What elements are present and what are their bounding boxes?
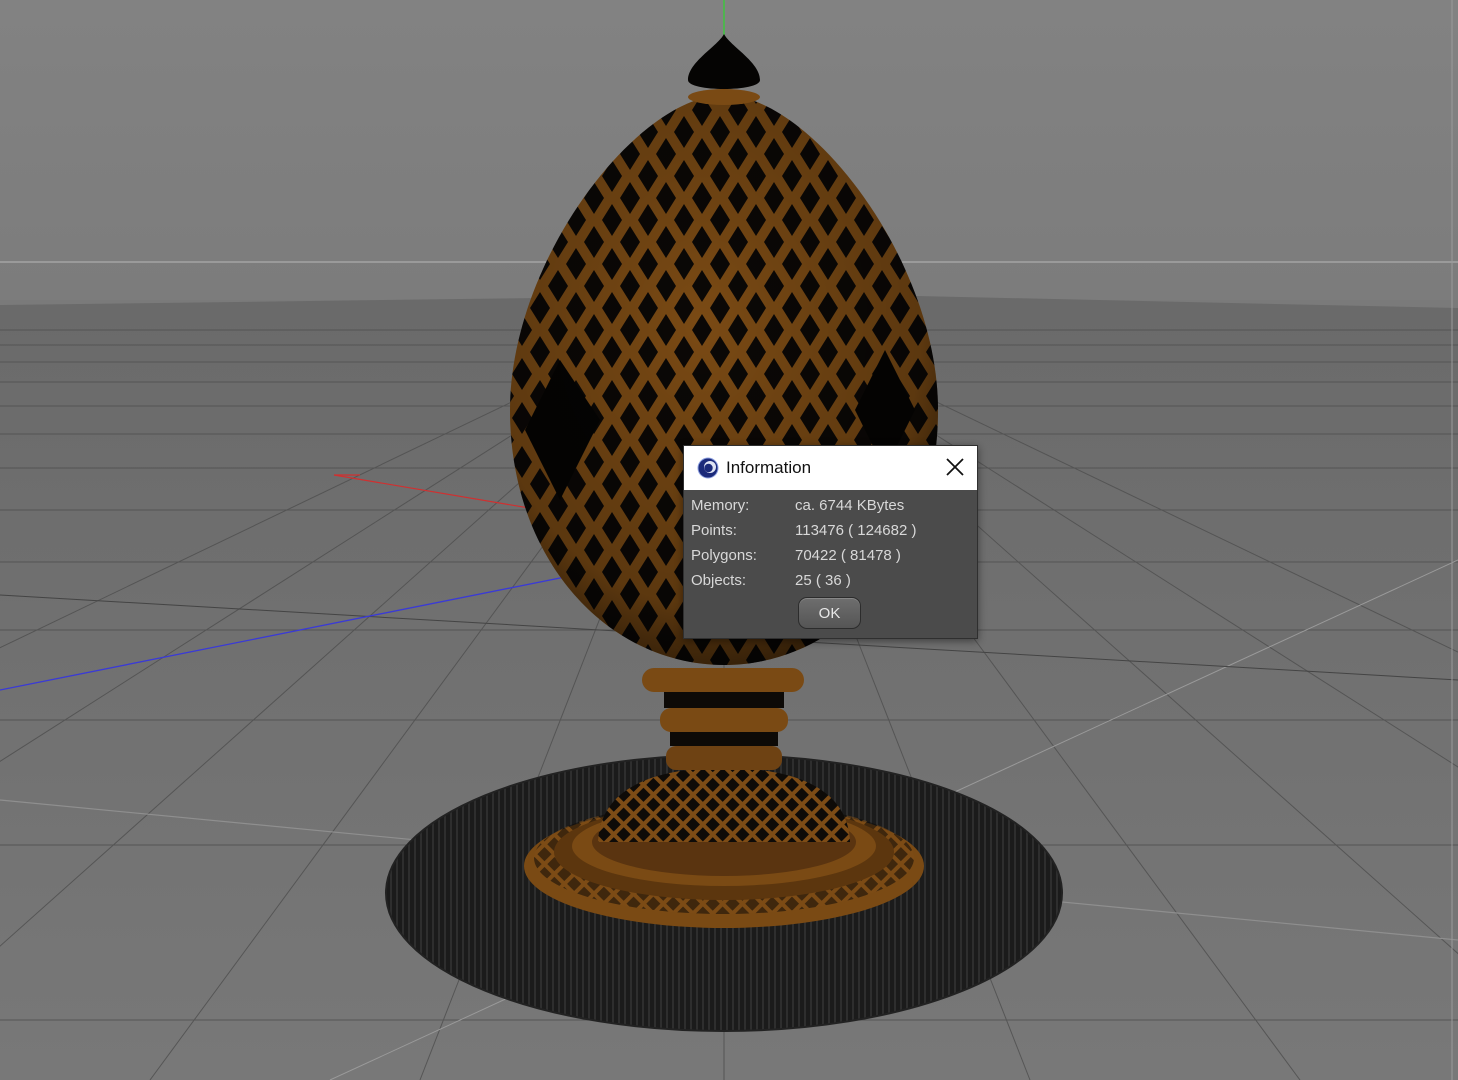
info-row-objects: Objects: 25 ( 36 ) <box>691 570 971 592</box>
dialog-title: Information <box>726 458 812 477</box>
dialog-titlebar[interactable]: Information <box>684 446 977 490</box>
information-dialog: Information Memory: ca. 6744 KBytes Poin… <box>683 445 978 639</box>
info-label: Memory: <box>691 497 750 514</box>
info-value: 113476 ( 124682 ) <box>795 522 917 539</box>
cinema4d-logo-icon <box>697 457 719 479</box>
info-value: 70422 ( 81478 ) <box>795 547 901 564</box>
info-value: 25 ( 36 ) <box>795 572 851 589</box>
info-row-points: Points: 113476 ( 124682 ) <box>691 520 971 542</box>
info-row-polygons: Polygons: 70422 ( 81478 ) <box>691 545 971 567</box>
ok-button[interactable]: OK <box>798 597 861 629</box>
info-row-memory: Memory: ca. 6744 KBytes <box>691 495 971 517</box>
info-label: Polygons: <box>691 547 757 564</box>
info-value: ca. 6744 KBytes <box>795 497 905 514</box>
close-icon[interactable] <box>943 455 967 479</box>
info-label: Points: <box>691 522 737 539</box>
info-label: Objects: <box>691 572 747 589</box>
